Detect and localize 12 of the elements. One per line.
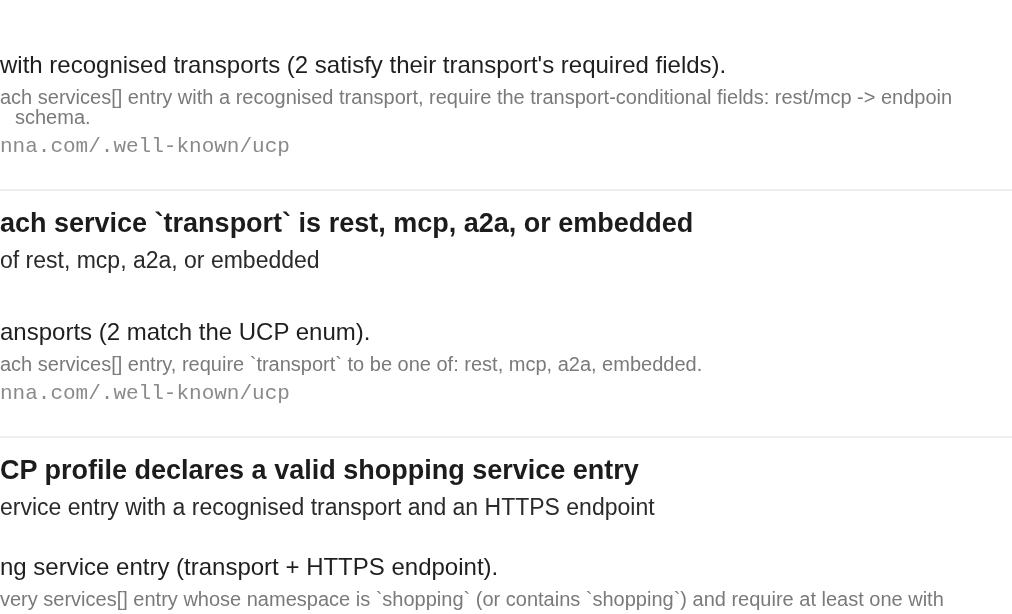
check-result: ng service entry (transport + HTTPS endpoint). (0, 553, 499, 581)
check-description: ervice entry with a recognised transport and an HTTPS endpoint (0, 494, 655, 520)
check-url: nna.com/.well-known/ucp (0, 383, 290, 405)
check-result: ansports (2 match the UCP enum). (0, 318, 371, 346)
check-title: ach service `transport` is rest, mcp, a2a, or embedded (0, 208, 694, 238)
check-detail: very services[] entry whose namespace is `shopping` (or contains `shopping`) and require at least one with (0, 589, 944, 609)
check-detail: schema. (14, 107, 91, 127)
check-description: of rest, mcp, a2a, or embedded (0, 247, 320, 273)
check-title: CP profile declares a valid shopping service entry (0, 455, 639, 485)
check-detail: ach services[] entry, require `transport` to be one of: rest, mcp, a2a, embedded. (0, 354, 703, 374)
check-url: nna.com/.well-known/ucp (0, 136, 290, 158)
check-result: with recognised transports (2 satisfy their transport's required fields). (0, 51, 727, 79)
